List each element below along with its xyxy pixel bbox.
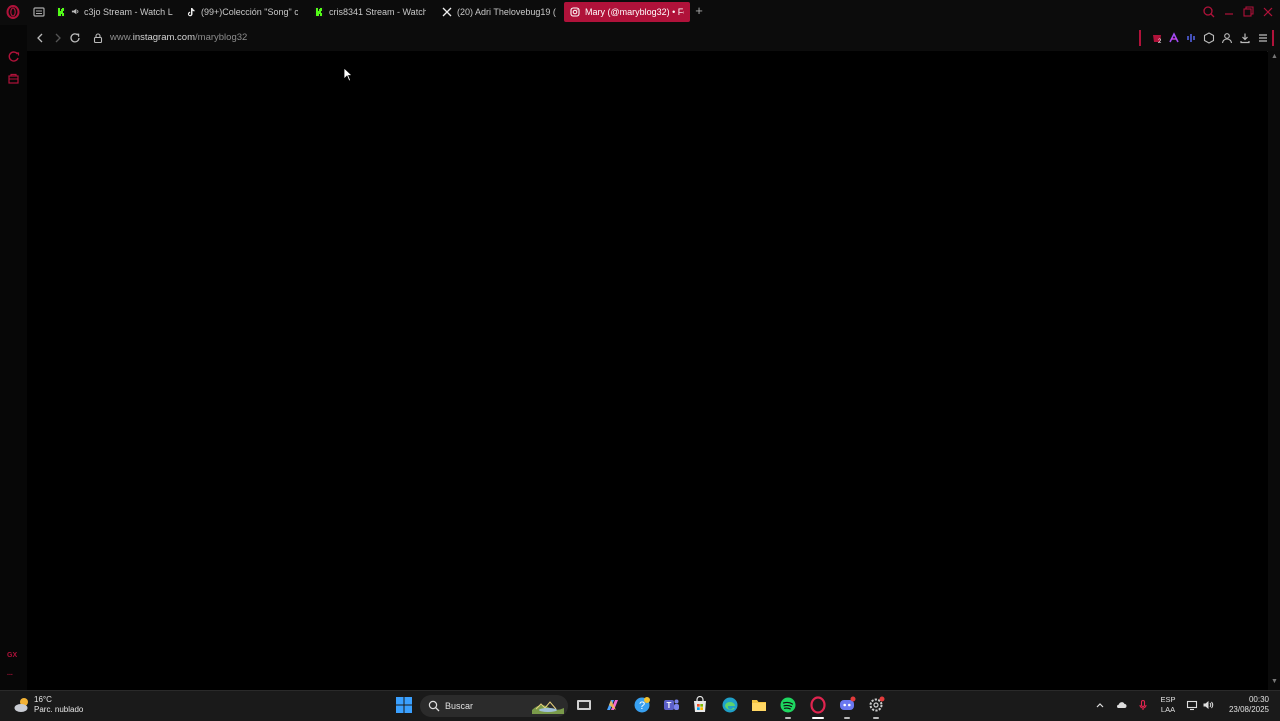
weather-description[interactable]: Parc. nublado <box>34 705 83 714</box>
tab-c3jo-stream[interactable]: c3jo Stream - Watch L <box>56 2 174 22</box>
microsoft-store-icon[interactable] <box>691 696 709 714</box>
speaker-icon[interactable] <box>71 7 80 18</box>
teams-icon[interactable]: T <box>662 696 680 714</box>
x-icon <box>442 7 452 17</box>
instagram-icon <box>570 7 580 17</box>
kick-icon <box>314 7 324 17</box>
edge-icon[interactable] <box>721 696 739 714</box>
windows-start-icon[interactable] <box>395 696 413 714</box>
show-hidden-icons-chevron-icon[interactable] <box>1094 699 1106 711</box>
svg-text:T: T <box>667 701 672 710</box>
url-domain: instagram.com <box>132 32 196 43</box>
volume-icon[interactable] <box>1202 699 1214 711</box>
sidebar: GX ... <box>0 25 27 690</box>
opera-active-indicator <box>812 717 824 719</box>
vertical-scrollbar[interactable]: ▲ ▼ <box>1268 51 1280 690</box>
system-clock[interactable]: 00:30 23/08/2025 <box>1225 695 1269 715</box>
spotify-running-indicator <box>785 717 791 719</box>
settings-running-indicator <box>873 717 879 719</box>
kick-icon <box>56 7 66 17</box>
forward-icon[interactable] <box>52 32 64 44</box>
tab-strip: c3jo Stream - Watch L (99+)Colección "So… <box>0 0 1280 25</box>
clock-time: 00:30 <box>1248 695 1269 704</box>
sound-wave-icon[interactable] <box>1185 32 1197 44</box>
extension-badge: 2 <box>1158 39 1162 44</box>
onedrive-cloud-icon[interactable] <box>1115 699 1127 711</box>
close-icon[interactable] <box>1261 5 1275 19</box>
extensions-cube-icon[interactable] <box>1203 32 1215 44</box>
language-code: ESP <box>1160 695 1176 704</box>
tab-title: (20) Adri Thelovebug19 (@ <box>457 7 556 17</box>
address-bar-right-accent <box>1272 30 1274 46</box>
tab-title: Mary (@maryblog32) • Fo <box>585 7 684 17</box>
svg-text:?: ? <box>639 700 645 712</box>
aria-extension-icon[interactable] <box>1168 32 1180 44</box>
file-explorer-icon[interactable] <box>750 696 768 714</box>
search-label: Buscar <box>445 701 474 711</box>
adblock-extension-icon[interactable]: 2 <box>1151 32 1163 44</box>
url-field[interactable]: www.instagram.com/maryblog32 <box>110 32 247 43</box>
opera-gx-taskbar-icon[interactable] <box>809 696 827 714</box>
tiktok-icon <box>186 7 196 17</box>
address-bar-accent-divider <box>1139 30 1141 46</box>
discord-running-indicator <box>844 717 850 719</box>
search-tabs-icon[interactable] <box>1202 5 1216 19</box>
search-highlight-illustration-icon <box>532 701 564 714</box>
sidebar-more-button[interactable]: ... <box>7 670 13 677</box>
gx-label[interactable]: GX <box>7 652 17 659</box>
task-view-icon[interactable] <box>575 696 593 714</box>
profile-icon[interactable] <box>1221 32 1233 44</box>
tab-title: cris8341 Stream - Watch <box>329 7 426 17</box>
minimize-icon[interactable] <box>1222 5 1236 19</box>
page-viewport[interactable] <box>27 51 1267 690</box>
weather-temperature[interactable]: 16°C <box>34 695 52 704</box>
url-path: /maryblog32 <box>195 32 248 43</box>
clock-date: 23/08/2025 <box>1228 705 1269 714</box>
discord-icon[interactable] <box>838 696 856 714</box>
download-icon[interactable] <box>1239 32 1251 44</box>
back-icon[interactable] <box>34 32 46 44</box>
url-prefix: www. <box>110 32 133 43</box>
scroll-down-icon[interactable]: ▼ <box>1271 678 1278 685</box>
weather-partly-cloudy-icon[interactable] <box>12 695 32 715</box>
address-bar: www.instagram.com/maryblog32 2 <box>27 25 1280 52</box>
tab-cris8341-stream[interactable]: cris8341 Stream - Watch <box>314 2 426 22</box>
lock-icon[interactable] <box>92 32 104 44</box>
taskbar-search-box[interactable]: Buscar <box>420 695 568 717</box>
windows-taskbar: 16°C Parc. nublado Buscar ? T ESP LAA 00… <box>0 690 1280 721</box>
easy-setup-menu-icon[interactable] <box>1257 32 1269 44</box>
new-tab-button[interactable]: + <box>692 4 706 18</box>
reload-icon[interactable] <box>69 32 81 44</box>
tab-instagram-mary[interactable]: Mary (@maryblog32) • Fo <box>564 2 690 22</box>
copilot-icon[interactable] <box>603 696 621 714</box>
gx-store-icon[interactable] <box>7 72 20 85</box>
tab-menu-icon[interactable] <box>33 6 45 18</box>
settings-gear-icon[interactable] <box>867 696 885 714</box>
mouse-cursor-icon <box>343 67 353 82</box>
tab-title: c3jo Stream - Watch L <box>84 7 173 17</box>
keyboard-layout: LAA <box>1160 705 1176 714</box>
gx-control-icon[interactable] <box>7 50 20 63</box>
tab-tiktok-coleccion[interactable]: (99+)Colección "Song" c <box>186 2 298 22</box>
input-language-indicator[interactable]: ESP LAA <box>1160 695 1176 715</box>
network-icon[interactable] <box>1186 699 1198 711</box>
help-app-icon[interactable]: ? <box>633 696 651 714</box>
tab-title: (99+)Colección "Song" c <box>201 7 298 17</box>
search-icon <box>428 700 440 712</box>
opera-gx-logo-icon[interactable] <box>6 5 20 19</box>
restore-icon[interactable] <box>1241 5 1255 19</box>
scroll-up-icon[interactable]: ▲ <box>1271 53 1278 60</box>
microphone-icon[interactable] <box>1137 699 1149 711</box>
spotify-icon[interactable] <box>779 696 797 714</box>
tab-x-adri[interactable]: (20) Adri Thelovebug19 (@ <box>442 2 556 22</box>
